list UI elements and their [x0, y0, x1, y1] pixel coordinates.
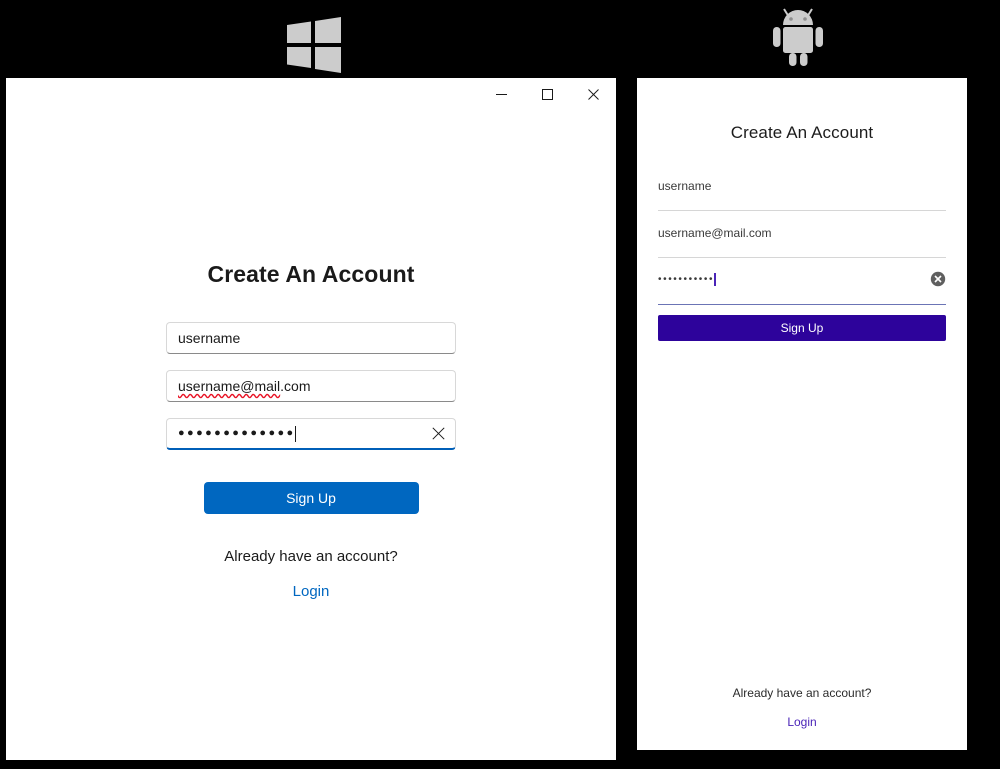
password-field[interactable]: •••••••••••: [658, 270, 946, 305]
windows-logo-icon: [286, 16, 342, 74]
page-title: Create An Account: [207, 261, 415, 287]
android-app-window: Create An Account username username@mail…: [637, 78, 967, 750]
username-value: username: [658, 179, 712, 193]
page-title: Create An Account: [730, 123, 874, 142]
have-account-text: Already have an account?: [224, 548, 398, 565]
minimize-button[interactable]: [478, 78, 524, 110]
maximize-button[interactable]: [524, 78, 570, 110]
username-field[interactable]: username: [166, 322, 456, 354]
password-value: •••••••••••: [658, 274, 715, 285]
login-link[interactable]: Login: [787, 715, 816, 729]
email-value: username@mail.com: [167, 378, 310, 394]
username-field[interactable]: username: [658, 176, 946, 211]
email-field[interactable]: username@mail.com: [658, 223, 946, 258]
password-value: ●●●●●●●●●●●●●: [178, 427, 296, 439]
text-caret: [714, 273, 716, 286]
clear-x-icon[interactable]: [425, 419, 451, 448]
email-rest-part: .com: [280, 378, 311, 394]
signup-button[interactable]: Sign Up: [203, 482, 419, 514]
text-caret: [294, 425, 296, 442]
clear-circle-x-icon[interactable]: [930, 271, 946, 287]
password-field[interactable]: ●●●●●●●●●●●●●: [166, 418, 456, 450]
windows-signup-form: Create An Account username username@mail…: [6, 110, 616, 760]
username-value: username: [178, 330, 241, 346]
login-link[interactable]: Login: [293, 583, 330, 600]
email-misspelled-part: username@mail: [178, 378, 281, 394]
signup-button[interactable]: Sign Up: [658, 315, 946, 341]
windows-app-window: Create An Account username username@mail…: [6, 78, 616, 760]
email-field[interactable]: username@mail.com: [166, 370, 456, 402]
email-value: username@mail.com: [658, 226, 772, 240]
have-account-text: Already have an account?: [732, 686, 872, 700]
close-button[interactable]: [570, 78, 616, 110]
window-titlebar: [6, 78, 616, 110]
screenshot-root: Create An Account username username@mail…: [0, 0, 1000, 769]
android-logo-icon: [772, 5, 824, 67]
